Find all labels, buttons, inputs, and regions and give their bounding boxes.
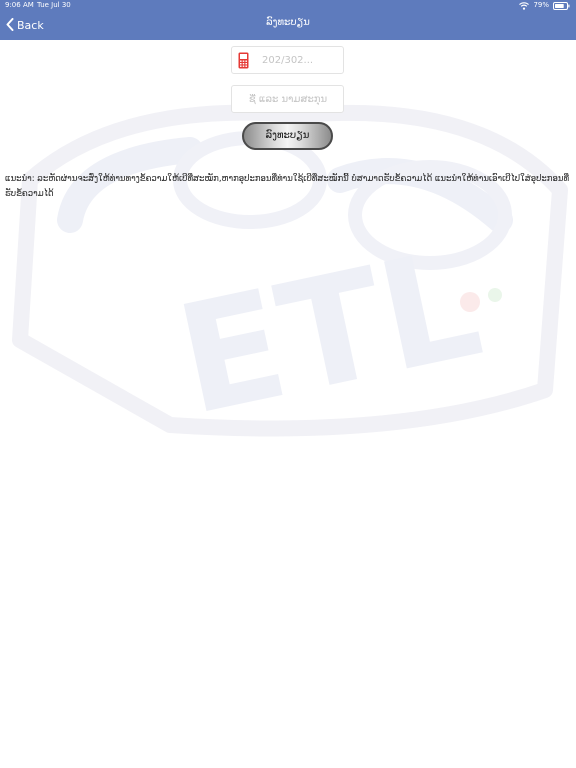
battery-icon [553, 1, 570, 10]
register-button[interactable]: ລົງທະບຽນ [242, 122, 333, 150]
phone-number-field[interactable] [231, 46, 344, 74]
page-title: ລົງທະບຽນ [266, 17, 310, 28]
wifi-icon [519, 1, 530, 10]
full-name-field[interactable] [231, 85, 344, 113]
battery-percent: 79% [533, 1, 549, 9]
instruction-note: ແນະນຳ: ລະຫັດຜ່ານຈະສົ່ງໃຫ້ທ່ານທາງຂໍ້ຄວາມໃ… [5, 174, 570, 199]
status-indicators: 79% [519, 1, 570, 10]
status-date: Tue Jul 30 [37, 1, 71, 9]
full-name-input[interactable] [236, 92, 340, 107]
status-time: 9:06 AM [5, 1, 34, 9]
register-screen: 9:06 AM Tue Jul 30 79% Back ລົງທະບຽນ ETL… [0, 0, 576, 768]
phone-number-input[interactable] [262, 53, 340, 68]
mobile-phone-icon [238, 52, 249, 73]
navigation-bar: 9:06 AM Tue Jul 30 79% Back ລົງທະບຽນ [0, 0, 576, 40]
